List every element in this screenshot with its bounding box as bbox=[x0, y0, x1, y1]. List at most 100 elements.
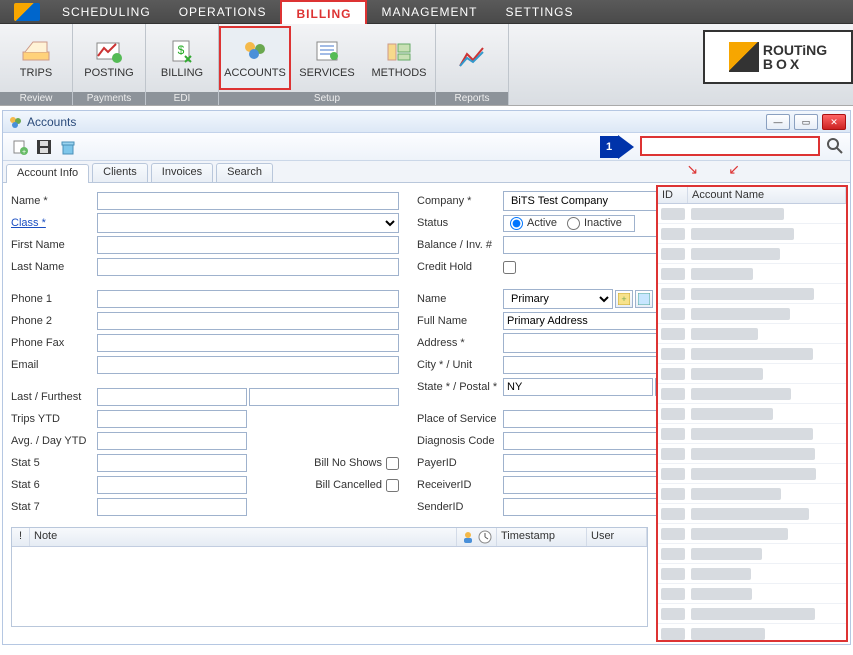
note-user-icon[interactable] bbox=[461, 530, 475, 544]
account-list-row[interactable] bbox=[658, 344, 846, 364]
account-list-row[interactable] bbox=[658, 544, 846, 564]
input-name[interactable] bbox=[97, 192, 399, 210]
notes-col-user[interactable]: User bbox=[587, 528, 647, 546]
label-email: Email bbox=[11, 359, 97, 371]
account-list-row[interactable] bbox=[658, 584, 846, 604]
new-record-button[interactable]: + bbox=[9, 136, 31, 158]
account-list-row[interactable] bbox=[658, 504, 846, 524]
select-addr-name[interactable]: Primary bbox=[503, 289, 613, 309]
radio-status-active[interactable] bbox=[510, 217, 523, 230]
select-company[interactable]: BiTS Test Company bbox=[503, 191, 656, 211]
menu-management[interactable]: MANAGEMENT bbox=[367, 0, 491, 23]
note-clock-icon[interactable] bbox=[478, 530, 492, 544]
addr-map-button[interactable] bbox=[635, 290, 653, 308]
input-first-name[interactable] bbox=[97, 236, 399, 254]
input-balance[interactable] bbox=[503, 236, 656, 254]
input-stat6[interactable] bbox=[97, 476, 247, 494]
checkbox-credit-hold[interactable] bbox=[503, 261, 516, 274]
window-minimize-button[interactable]: — bbox=[766, 114, 790, 130]
account-list-row[interactable] bbox=[658, 564, 846, 584]
ribbon-methods-button[interactable]: METHODS bbox=[363, 26, 435, 90]
tab-account-info[interactable]: Account Info bbox=[6, 164, 89, 183]
account-list-row[interactable] bbox=[658, 204, 846, 224]
posting-icon bbox=[93, 37, 125, 65]
input-avg-day-ytd[interactable] bbox=[97, 432, 247, 450]
checkbox-bill-no-shows[interactable] bbox=[386, 457, 399, 470]
select-class[interactable] bbox=[97, 213, 399, 233]
input-trips-ytd[interactable] bbox=[97, 410, 247, 428]
label-last-furthest: Last / Furthest bbox=[11, 391, 97, 403]
menu-scheduling[interactable]: SCHEDULING bbox=[48, 0, 165, 23]
account-list-row[interactable] bbox=[658, 264, 846, 284]
input-furthest[interactable] bbox=[249, 388, 399, 406]
account-list-row[interactable] bbox=[658, 404, 846, 424]
account-list-row[interactable] bbox=[658, 624, 846, 640]
brand-icon bbox=[729, 42, 759, 72]
account-list-col-name[interactable]: Account Name bbox=[688, 187, 846, 203]
input-senderid[interactable] bbox=[503, 498, 656, 516]
tab-clients[interactable]: Clients bbox=[92, 163, 148, 182]
search-input[interactable] bbox=[640, 136, 820, 156]
tab-invoices[interactable]: Invoices bbox=[151, 163, 213, 182]
delete-button[interactable] bbox=[57, 136, 79, 158]
input-full-name[interactable] bbox=[503, 312, 656, 330]
account-list-row[interactable] bbox=[658, 224, 846, 244]
notes-col-excl[interactable]: ! bbox=[12, 528, 30, 546]
select-address[interactable] bbox=[503, 333, 656, 353]
ribbon-services-button[interactable]: SERVICES bbox=[291, 26, 363, 90]
input-phone2[interactable] bbox=[97, 312, 399, 330]
tab-search[interactable]: Search bbox=[216, 163, 273, 182]
input-phone1[interactable] bbox=[97, 290, 399, 308]
label-class[interactable]: Class bbox=[11, 217, 97, 229]
form-area: Name Class First Name Last Name Phone 1 … bbox=[3, 183, 656, 644]
ribbon-billing-button[interactable]: $ BILLING bbox=[146, 26, 218, 90]
input-stat5[interactable] bbox=[97, 454, 247, 472]
input-email[interactable] bbox=[97, 356, 399, 374]
notes-col-note[interactable]: Note bbox=[30, 528, 457, 546]
account-list-row[interactable] bbox=[658, 524, 846, 544]
ribbon-posting-label: POSTING bbox=[84, 67, 134, 79]
input-state[interactable] bbox=[503, 378, 653, 396]
account-list-row[interactable] bbox=[658, 484, 846, 504]
input-phone-fax[interactable] bbox=[97, 334, 399, 352]
input-receiverid[interactable] bbox=[503, 476, 656, 494]
window-maximize-button[interactable]: ▭ bbox=[794, 114, 818, 130]
ribbon-accounts-button[interactable]: ACCOUNTS bbox=[219, 26, 291, 90]
notes-col-timestamp[interactable]: Timestamp bbox=[497, 528, 587, 546]
account-list-row[interactable] bbox=[658, 364, 846, 384]
account-list-row[interactable] bbox=[658, 384, 846, 404]
account-list-row[interactable] bbox=[658, 284, 846, 304]
checkbox-bill-cancelled[interactable] bbox=[386, 479, 399, 492]
input-stat7[interactable] bbox=[97, 498, 247, 516]
menu-settings[interactable]: SETTINGS bbox=[492, 0, 588, 23]
main-menubar: SCHEDULING OPERATIONS BILLING MANAGEMENT… bbox=[0, 0, 853, 24]
notes-header: ! Note Timestamp User bbox=[12, 528, 647, 547]
addr-add-button[interactable]: + bbox=[615, 290, 633, 308]
input-last-name[interactable] bbox=[97, 258, 399, 276]
ribbon-reports-button[interactable] bbox=[436, 26, 508, 90]
account-list-col-id[interactable]: ID bbox=[658, 187, 688, 203]
menu-billing[interactable]: BILLING bbox=[280, 0, 367, 25]
radio-status-inactive[interactable] bbox=[567, 217, 580, 230]
account-list-row[interactable] bbox=[658, 304, 846, 324]
input-diag[interactable] bbox=[503, 432, 656, 450]
save-button[interactable] bbox=[33, 136, 55, 158]
search-icon[interactable] bbox=[826, 137, 844, 155]
input-pos[interactable] bbox=[503, 410, 656, 428]
account-list-row[interactable] bbox=[658, 324, 846, 344]
menu-operations[interactable]: OPERATIONS bbox=[165, 0, 281, 23]
ribbon-posting-button[interactable]: POSTING bbox=[73, 26, 145, 90]
ribbon-trips-button[interactable]: TRIPS bbox=[0, 26, 72, 90]
input-payerid[interactable] bbox=[503, 454, 656, 472]
input-city[interactable] bbox=[503, 356, 656, 374]
input-last[interactable] bbox=[97, 388, 247, 406]
notes-body[interactable] bbox=[12, 547, 647, 626]
account-list-row[interactable] bbox=[658, 444, 846, 464]
account-list-body[interactable] bbox=[658, 204, 846, 640]
window-close-button[interactable]: ✕ bbox=[822, 114, 846, 130]
account-list-row[interactable] bbox=[658, 604, 846, 624]
account-list-row[interactable] bbox=[658, 424, 846, 444]
account-list-row[interactable] bbox=[658, 244, 846, 264]
svg-text:+: + bbox=[621, 294, 626, 304]
account-list-row[interactable] bbox=[658, 464, 846, 484]
